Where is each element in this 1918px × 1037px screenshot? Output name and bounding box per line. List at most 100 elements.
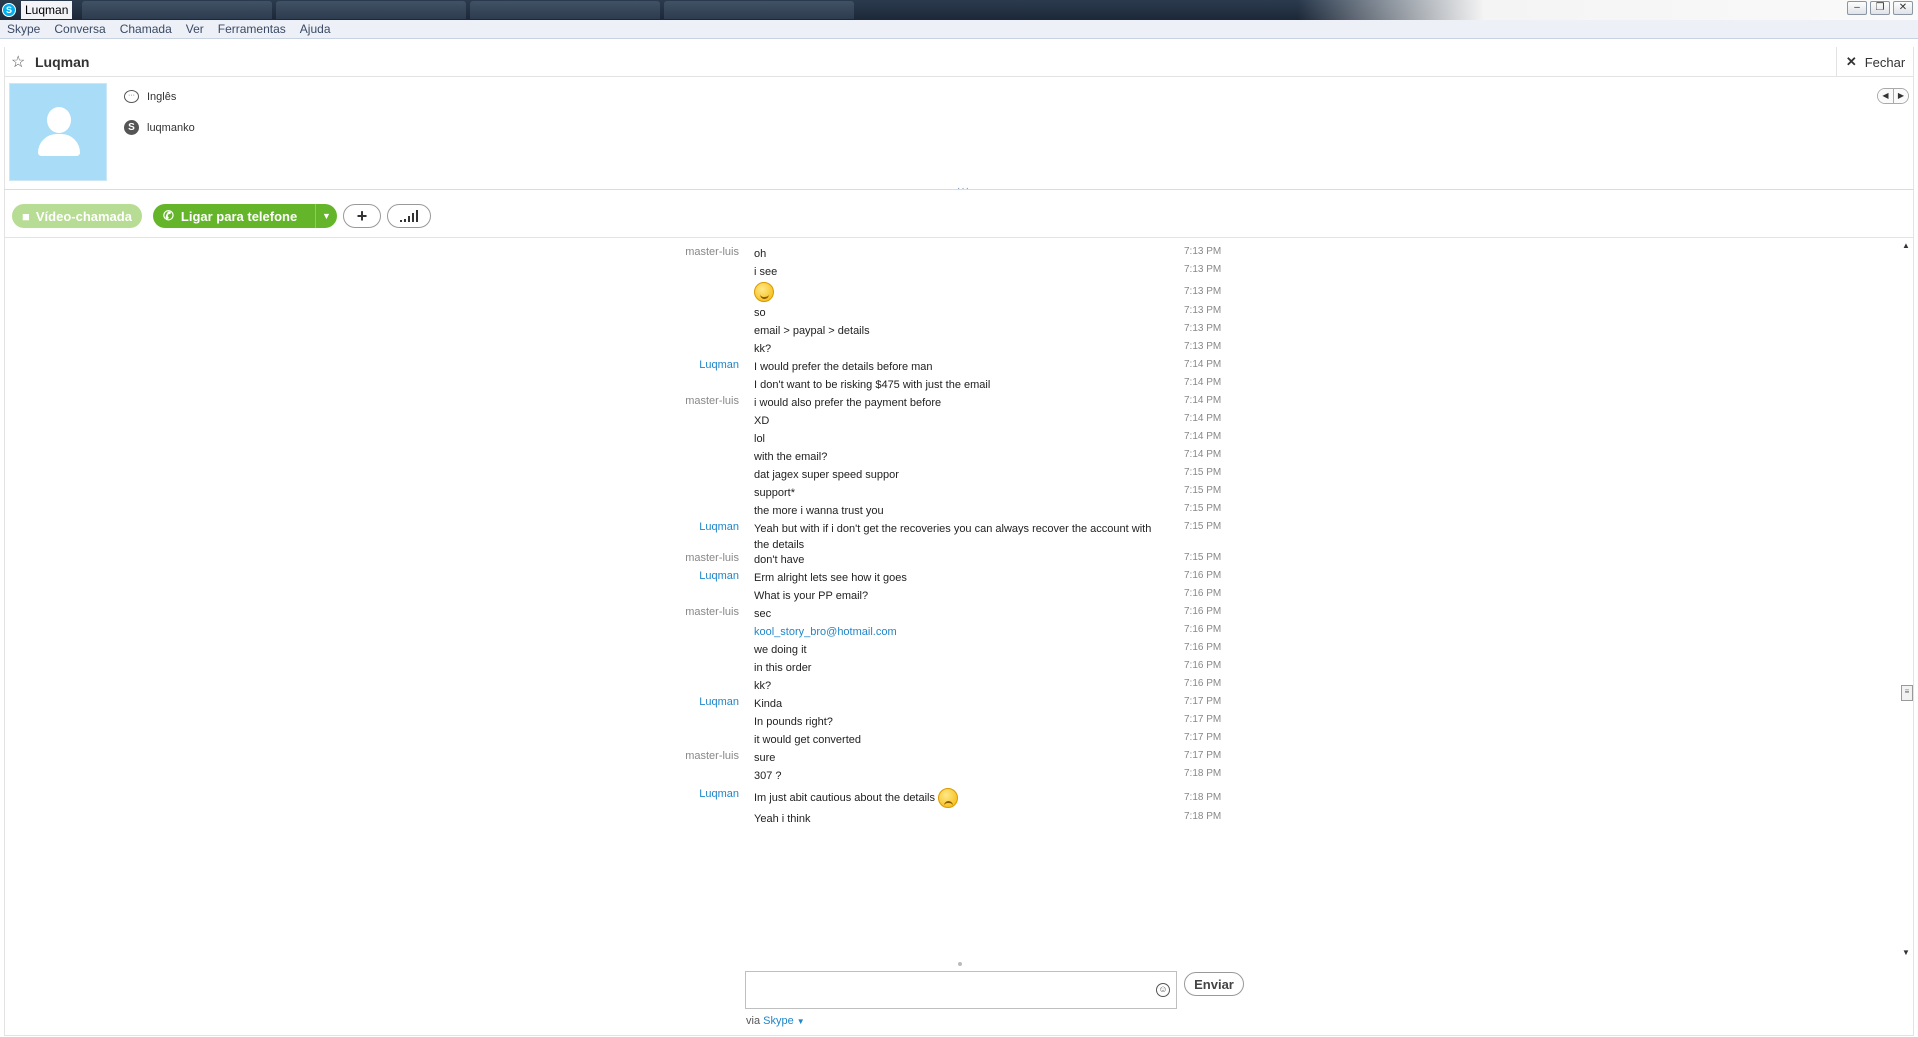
minimize-button[interactable]: – [1847, 1, 1867, 15]
caret-down-icon[interactable]: ▼ [797, 1017, 805, 1026]
menu-conversa[interactable]: Conversa [54, 22, 105, 36]
previous-arrow-icon[interactable]: ◀ [1878, 89, 1893, 103]
message-text-content: XD [754, 415, 770, 427]
close-window-button[interactable]: ✕ [1893, 1, 1913, 15]
message-time: 7:15 PM [1184, 503, 1222, 514]
message-link[interactable]: kool_story_bro@hotmail.com [754, 624, 1164, 640]
ghost-tab [82, 1, 273, 19]
next-arrow-icon[interactable]: ▶ [1893, 89, 1908, 103]
phone-icon: ✆ [163, 208, 174, 223]
call-phone-button[interactable]: ✆ Ligar para telefone ▼ [153, 204, 337, 228]
message-text: Im just abit cautious about the details [754, 788, 1164, 808]
ghost-tab [276, 1, 467, 19]
message-text: Kinda [754, 696, 1164, 712]
message-text-content: so [754, 307, 766, 319]
message-sender[interactable]: master-luis [619, 750, 739, 762]
message-text: I would prefer the details before man [754, 359, 1164, 375]
message-text: with the email? [754, 449, 1164, 465]
message-time: 7:18 PM [1184, 768, 1222, 779]
chat-scrollbar[interactable]: ▲ ≡ ▼ [1900, 239, 1914, 959]
message-text: 307 ? [754, 768, 1164, 784]
message-time: 7:14 PM [1184, 359, 1222, 370]
scroll-up-arrow-icon[interactable]: ▲ [1902, 241, 1910, 250]
call-toolbar: ■ Vídeo-chamada ✆ Ligar para telefone ▼ … [4, 196, 1914, 238]
message-text: XD [754, 413, 1164, 429]
message-time: 7:13 PM [1184, 305, 1222, 316]
menu-ferramentas[interactable]: Ferramentas [218, 22, 286, 36]
via-service-selector[interactable]: Skype [763, 1015, 794, 1027]
chat-history[interactable]: master-luis oh 7:13 PM i see 7:13 PM 7:13 PM s… [4, 239, 1899, 959]
message-text-content: oh [754, 248, 767, 260]
message-text: sure [754, 750, 1164, 766]
message-text-content: kk? [754, 343, 772, 355]
scrollbar-thumb[interactable]: ≡ [1901, 685, 1913, 701]
language-value: Inglês [147, 90, 177, 103]
close-icon: ✕ [1845, 54, 1857, 69]
panel-splitter-handle[interactable]: ··· [957, 184, 970, 194]
avatar[interactable] [9, 83, 107, 181]
contact-name: Luqman [35, 54, 90, 70]
message-time: 7:17 PM [1184, 714, 1222, 725]
menu-chamada[interactable]: Chamada [120, 22, 172, 36]
message-text-content: I don't want to be risking $475 with jus… [754, 379, 991, 391]
message-text-content: support* [754, 487, 795, 499]
message-text: we doing it [754, 642, 1164, 658]
favorite-star-icon[interactable]: ☆ [11, 52, 25, 72]
profile-panel: ··· Inglês S luqmanko ◀ ▶ [4, 78, 1914, 190]
message-sender[interactable]: Luqman [619, 696, 739, 708]
message-text: oh [754, 246, 1164, 262]
signal-bars-icon [400, 210, 418, 222]
message-text-content: kool_story_bro@hotmail.com [754, 626, 897, 638]
message-text-content: we doing it [754, 644, 807, 656]
message-text: kk? [754, 341, 1164, 357]
message-sender[interactable]: master-luis [619, 606, 739, 618]
message-time: 7:14 PM [1184, 395, 1222, 406]
call-options-dropdown[interactable]: ▼ [315, 204, 337, 228]
send-button[interactable]: Enviar [1184, 972, 1244, 996]
message-time: 7:14 PM [1184, 377, 1222, 388]
message-time: 7:16 PM [1184, 570, 1222, 581]
emoticon-picker-icon[interactable]: ☺ [1156, 983, 1170, 997]
message-sender[interactable]: master-luis [619, 246, 739, 258]
message-text-content: Yeah i think [754, 813, 811, 825]
call-phone-label: Ligar para telefone [180, 208, 298, 224]
plus-icon: + [356, 205, 368, 226]
message-time: 7:16 PM [1184, 588, 1222, 599]
scroll-down-arrow-icon[interactable]: ▼ [1902, 948, 1910, 957]
message-time: 7:13 PM [1184, 323, 1222, 334]
message-sender[interactable]: Luqman [619, 359, 739, 371]
window-controls: – ❐ ✕ [1847, 1, 1913, 15]
message-text-content: in this order [754, 662, 812, 674]
message-text-content: dat jagex super speed suppor [754, 469, 899, 481]
title-bar: S Luqman – ❐ ✕ [0, 0, 1918, 20]
message-sender[interactable]: master-luis [619, 395, 739, 407]
menu-ajuda[interactable]: Ajuda [300, 22, 331, 36]
message-text: I don't want to be risking $475 with jus… [754, 377, 1164, 393]
add-people-button[interactable]: + [343, 204, 381, 228]
message-time: 7:15 PM [1184, 521, 1222, 532]
message-text: i would also prefer the payment before [754, 395, 1164, 411]
composer-resize-handle[interactable] [958, 962, 962, 966]
menu-skype[interactable]: Skype [7, 22, 40, 36]
message-text-content: the more i wanna trust you [754, 505, 884, 517]
message-time: 7:13 PM [1184, 264, 1222, 275]
message-sender[interactable]: Luqman [619, 570, 739, 582]
message-time: 7:17 PM [1184, 696, 1222, 707]
message-sender[interactable]: Luqman [619, 788, 739, 800]
window-title: Luqman [21, 1, 73, 19]
message-input[interactable] [746, 972, 1136, 1006]
message-text: the more i wanna trust you [754, 503, 1164, 519]
restore-button[interactable]: ❐ [1870, 1, 1890, 15]
via-prefix: via [746, 1015, 761, 1027]
menu-ver[interactable]: Ver [186, 22, 204, 36]
skype-name-row: S luqmanko [124, 120, 195, 135]
call-phone-main[interactable]: ✆ Ligar para telefone [153, 204, 315, 228]
message-sender[interactable]: master-luis [619, 552, 739, 564]
message-time: 7:18 PM [1184, 792, 1222, 803]
video-call-button[interactable]: ■ Vídeo-chamada [12, 204, 142, 228]
ghost-tab [664, 1, 855, 19]
message-time: 7:17 PM [1184, 750, 1222, 761]
close-conversation-button[interactable]: ✕ Fechar [1836, 47, 1914, 77]
call-quality-button[interactable] [387, 204, 431, 228]
message-sender[interactable]: Luqman [619, 521, 739, 533]
